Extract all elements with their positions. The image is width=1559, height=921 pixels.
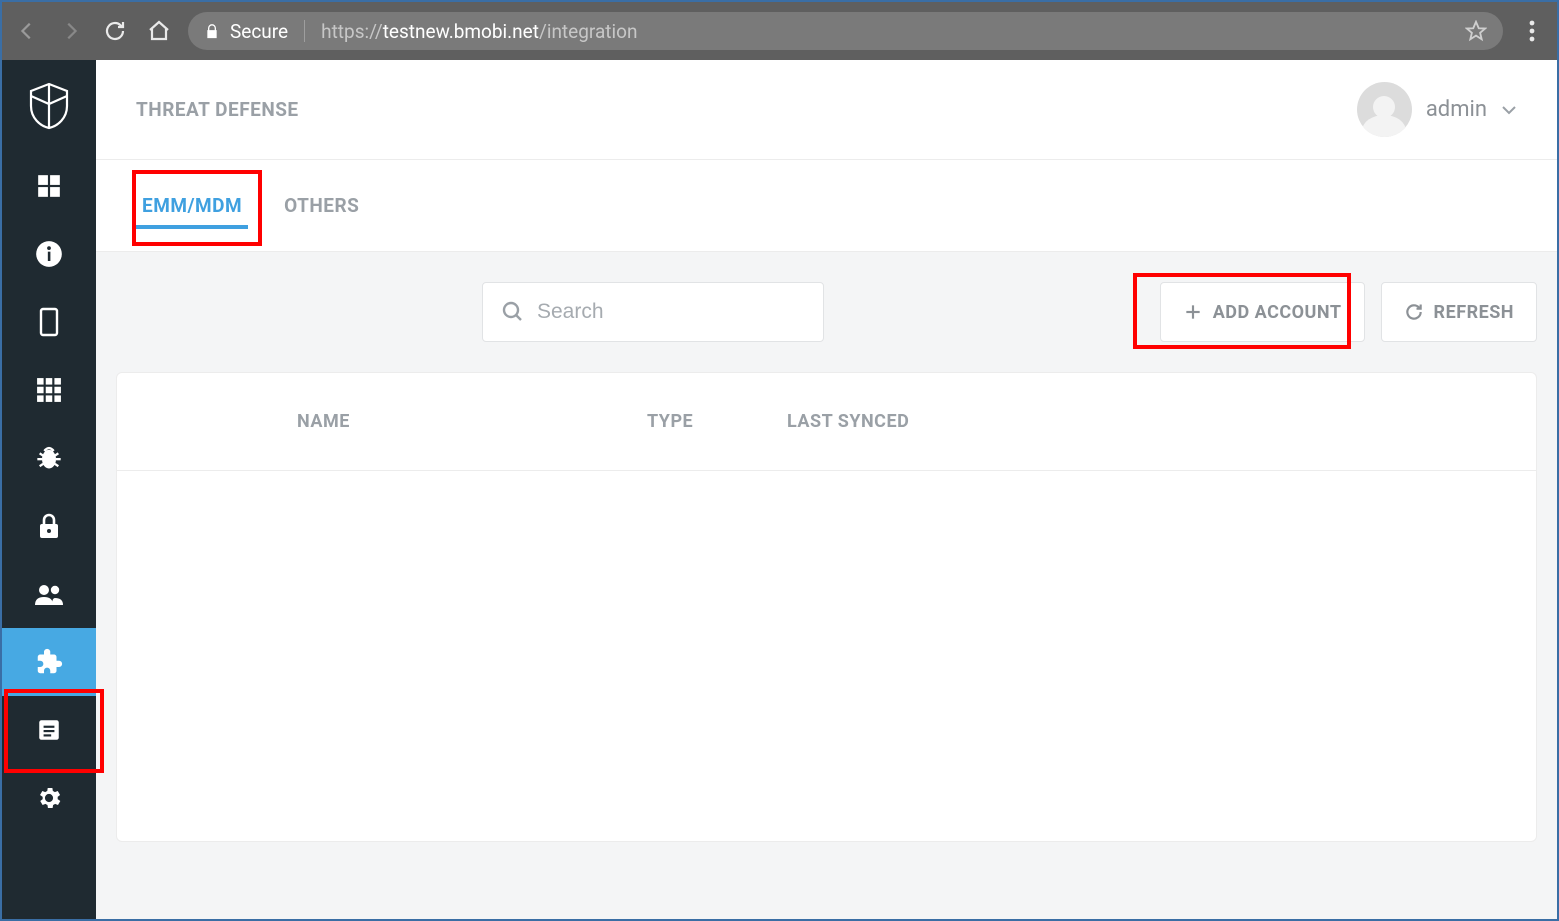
refresh-button[interactable]: REFRESH bbox=[1381, 282, 1537, 342]
column-header-last-synced: LAST SYNCED bbox=[787, 411, 1496, 432]
users-icon bbox=[33, 583, 65, 605]
sidebar-item-dashboard[interactable] bbox=[2, 152, 96, 220]
settings-icon bbox=[35, 784, 63, 812]
address-bar[interactable]: Secure https://testnew.bmobi.net/integra… bbox=[188, 12, 1503, 50]
browser-toolbar: Secure https://testnew.bmobi.net/integra… bbox=[2, 2, 1557, 60]
tab-label: OTHERS bbox=[284, 194, 359, 217]
tab-emm-mdm[interactable]: EMM/MDM bbox=[136, 164, 248, 247]
sidebar-item-info[interactable] bbox=[2, 220, 96, 288]
add-account-button[interactable]: ADD ACCOUNT bbox=[1160, 282, 1365, 342]
accounts-table-card: NAME TYPE LAST SYNCED bbox=[116, 372, 1537, 842]
back-button[interactable] bbox=[12, 16, 42, 46]
list-icon bbox=[36, 717, 62, 743]
top-bar: THREAT DEFENSE admin bbox=[96, 60, 1557, 160]
url: https://testnew.bmobi.net/integration bbox=[321, 20, 637, 43]
user-label: admin bbox=[1426, 97, 1487, 122]
url-host: testnew.bmobi.net bbox=[383, 20, 539, 43]
refresh-icon bbox=[1404, 302, 1424, 322]
lock-icon bbox=[37, 512, 61, 540]
avatar bbox=[1357, 82, 1412, 137]
dashboard-icon bbox=[36, 173, 62, 199]
bug-icon bbox=[35, 444, 63, 472]
page-title: THREAT DEFENSE bbox=[136, 98, 299, 121]
reload-button[interactable] bbox=[100, 16, 130, 46]
table-header-row: NAME TYPE LAST SYNCED bbox=[117, 373, 1536, 471]
sidebar-item-settings[interactable] bbox=[2, 764, 96, 832]
tabs-row: EMM/MDM OTHERS bbox=[96, 160, 1557, 252]
url-path: /integration bbox=[539, 20, 637, 43]
divider bbox=[304, 20, 305, 42]
column-header-name: NAME bbox=[297, 411, 647, 432]
sidebar-item-reports[interactable] bbox=[2, 696, 96, 764]
chevron-down-icon bbox=[1501, 105, 1517, 115]
refresh-label: REFRESH bbox=[1434, 302, 1514, 323]
secure-label: Secure bbox=[230, 20, 288, 43]
sidebar-item-integration[interactable] bbox=[2, 628, 96, 696]
integration-icon bbox=[34, 647, 64, 677]
add-account-label: ADD ACCOUNT bbox=[1213, 302, 1342, 323]
lock-icon bbox=[204, 22, 220, 41]
info-icon bbox=[35, 240, 63, 268]
tab-others[interactable]: OTHERS bbox=[278, 164, 365, 247]
content-area: NAME TYPE LAST SYNCED bbox=[96, 372, 1557, 919]
search-icon bbox=[501, 300, 525, 324]
user-menu[interactable]: admin bbox=[1357, 82, 1517, 137]
forward-button[interactable] bbox=[56, 16, 86, 46]
brand-shield-icon bbox=[23, 80, 75, 132]
sidebar-item-users[interactable] bbox=[2, 560, 96, 628]
device-icon bbox=[39, 307, 59, 337]
toolbar-row: ADD ACCOUNT REFRESH bbox=[96, 252, 1557, 372]
search-input[interactable] bbox=[537, 300, 805, 324]
apps-grid-icon bbox=[36, 377, 62, 403]
tab-label: EMM/MDM bbox=[142, 194, 242, 217]
column-header-type: TYPE bbox=[647, 411, 787, 432]
url-scheme: https:// bbox=[321, 20, 383, 43]
sidebar-item-threats[interactable] bbox=[2, 424, 96, 492]
sidebar-item-device[interactable] bbox=[2, 288, 96, 356]
sidebar-item-security[interactable] bbox=[2, 492, 96, 560]
plus-icon bbox=[1183, 302, 1203, 322]
home-button[interactable] bbox=[144, 16, 174, 46]
bookmark-star-icon[interactable] bbox=[1465, 20, 1487, 42]
main-content: THREAT DEFENSE admin EMM/MDM OTHERS bbox=[96, 60, 1557, 919]
search-box[interactable] bbox=[482, 282, 824, 342]
browser-menu-button[interactable] bbox=[1517, 20, 1547, 42]
sidebar-item-apps[interactable] bbox=[2, 356, 96, 424]
sidebar bbox=[2, 60, 96, 919]
